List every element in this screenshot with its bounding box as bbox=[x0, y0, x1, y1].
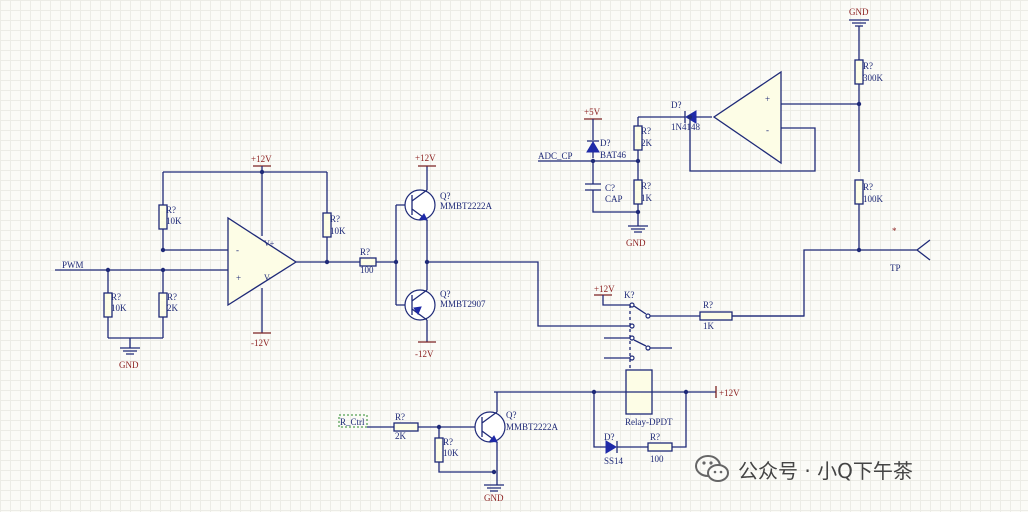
capacitor-value: CAP bbox=[605, 194, 623, 204]
diode-ref: D? bbox=[600, 138, 611, 148]
power-label-m12v: -12V bbox=[251, 338, 270, 348]
wechat-icon bbox=[695, 455, 729, 482]
power-label-p12v: +12V bbox=[719, 388, 740, 398]
resistor-value: 10K bbox=[443, 448, 459, 458]
resistor-ref: R? bbox=[166, 205, 176, 215]
gnd-label: GND bbox=[484, 493, 504, 503]
diode-ref: D? bbox=[671, 100, 682, 110]
opamp-buffer-section: PWM R? 10K R? 2K GND R? 10K +12V R? 10K … bbox=[55, 154, 396, 370]
power-label-p12v: +12V bbox=[251, 154, 272, 164]
resistor-value: 300K bbox=[863, 73, 884, 83]
gnd-label: GND bbox=[849, 7, 869, 17]
resistor-ref: R? bbox=[641, 181, 651, 191]
resistor-r2k-base bbox=[393, 422, 419, 432]
diode-ref: D? bbox=[604, 432, 615, 442]
power-label-p12v: +12V bbox=[594, 284, 615, 294]
net-label-tp: TP bbox=[890, 263, 901, 273]
resistor-ref: R? bbox=[360, 247, 370, 257]
relay-driver-section: Relay-DPDT +12V D? SS14 R? 100 R_Ctrl R?… bbox=[338, 369, 740, 503]
resistor-value: 100 bbox=[360, 265, 374, 275]
gnd-label: GND bbox=[626, 238, 646, 248]
opamp-minus-sign: - bbox=[236, 245, 239, 255]
resistor-ref: R? bbox=[641, 126, 651, 136]
transistor-ref: Q? bbox=[506, 410, 517, 420]
resistor-r1k-tp bbox=[699, 311, 733, 321]
net-label-adc-cp: ADC_CP bbox=[538, 151, 573, 161]
opamp-vminus: V- bbox=[264, 273, 272, 282]
power-label-p5v: +5V bbox=[584, 107, 601, 117]
resistor-ref: R? bbox=[330, 214, 340, 224]
resistor-value: 100K bbox=[863, 194, 884, 204]
tp-marker: * bbox=[892, 226, 897, 236]
relay-ref: K? bbox=[624, 290, 635, 300]
capacitor-ref: C? bbox=[605, 183, 615, 193]
diode-value: SS14 bbox=[604, 456, 624, 466]
peak-detect-section: +5V D? BAT46 ADC_CP C? CAP R? 2K R? 1K G… bbox=[538, 7, 931, 273]
opamp-plus-sign: + bbox=[765, 94, 770, 104]
net-label-r-ctrl: R_Ctrl bbox=[340, 417, 365, 427]
power-label-p12v: +12V bbox=[415, 153, 436, 163]
opamp-plus-sign: + bbox=[236, 273, 241, 283]
gnd-label: GND bbox=[119, 360, 139, 370]
transistor-value: MMBT2222A bbox=[440, 201, 493, 211]
relay-value: Relay-DPDT bbox=[625, 417, 673, 427]
resistor-value: 1K bbox=[703, 321, 715, 331]
opamp-peak-detector bbox=[712, 70, 782, 165]
resistor-value: 2K bbox=[167, 303, 179, 313]
resistor-ref: R? bbox=[863, 61, 873, 71]
resistor-r100-snubber bbox=[647, 442, 673, 452]
resistor-ref: R? bbox=[863, 182, 873, 192]
resistor-ref: R? bbox=[650, 432, 660, 442]
net-label-pwm: PWM bbox=[62, 260, 84, 270]
resistor-r2k-divider bbox=[158, 292, 168, 318]
transistor-ref: Q? bbox=[440, 191, 451, 201]
resistor-value: 1K bbox=[641, 193, 653, 203]
resistor-r100k bbox=[854, 179, 864, 205]
opamp-vplus: V+ bbox=[264, 239, 275, 248]
resistor-r300k bbox=[854, 59, 864, 85]
resistor-ref: R? bbox=[443, 437, 453, 447]
resistor-value: 100 bbox=[650, 454, 664, 464]
resistor-value: 2K bbox=[641, 138, 653, 148]
resistor-ref: R? bbox=[703, 300, 713, 310]
diode-value: 1N4148 bbox=[671, 122, 700, 132]
watermark: 公众号 · 小Q下午茶 bbox=[694, 453, 913, 485]
schematic: PWM R? 10K R? 2K GND R? 10K +12V R? 10K … bbox=[55, 7, 931, 503]
resistor-value: 10K bbox=[330, 226, 346, 236]
resistor-ref: R? bbox=[395, 412, 405, 422]
resistor-ref: R? bbox=[111, 292, 121, 302]
resistor-value: 10K bbox=[166, 216, 182, 226]
relay-contacts-section: +12V K? R? 1K bbox=[594, 249, 860, 370]
transistor-value: MMBT2907 bbox=[440, 299, 486, 309]
diode-value: BAT46 bbox=[600, 150, 627, 160]
resistor-value: 10K bbox=[111, 303, 127, 313]
resistor-ref: R? bbox=[167, 292, 177, 302]
opamp-minus-sign: - bbox=[766, 125, 769, 135]
transistor-ref: Q? bbox=[440, 289, 451, 299]
resistor-value: 2K bbox=[395, 431, 407, 441]
transistor-value: MMBT2222A bbox=[506, 422, 559, 432]
power-label-m12v: -12V bbox=[415, 349, 434, 359]
watermark-text: 公众号 · 小Q下午茶 bbox=[738, 458, 913, 483]
resistor-r10k-base-pulldown bbox=[434, 437, 444, 463]
